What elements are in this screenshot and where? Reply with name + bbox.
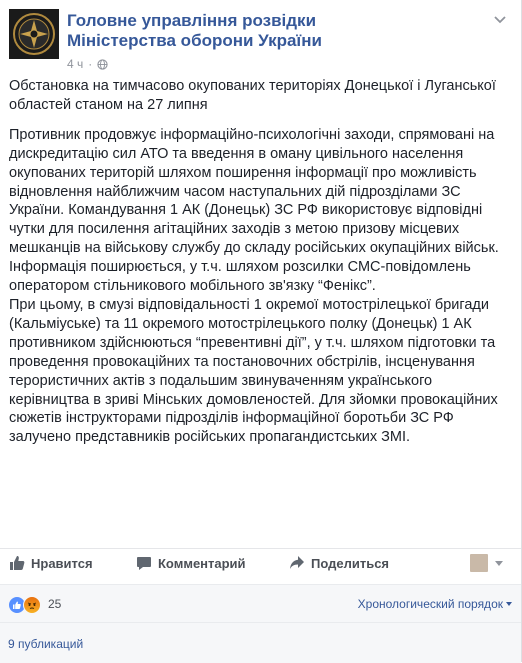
page-name-link[interactable]: Головне управління розвідки Міністерства…: [67, 11, 427, 51]
comment-button[interactable]: Комментарий: [136, 555, 246, 571]
post-headline: Обстановка на тимчасово окупованих терит…: [9, 78, 496, 113]
like-label: Нравится: [31, 555, 93, 571]
angry-reaction-icon: [23, 596, 41, 614]
sort-label: Хронологический порядок: [357, 597, 503, 611]
commenter-avatar[interactable]: [470, 554, 488, 572]
post-body: Обстановка на тимчасово окупованих терит…: [9, 77, 509, 447]
reaction-icons[interactable]: [8, 596, 41, 614]
share-button[interactable]: Поделиться: [289, 555, 389, 571]
post-card: Головне управління розвідки Міністерства…: [0, 0, 522, 663]
post-paragraph: При цьому, в смузі відповідальності 1 ок…: [9, 296, 498, 446]
chevron-down-icon[interactable]: [495, 561, 503, 566]
emblem-logo: [9, 9, 59, 59]
comment-sort-dropdown[interactable]: Хронологический порядок: [358, 597, 512, 611]
comment-icon: [137, 557, 151, 570]
shares-bar: 9 публикаций: [0, 622, 521, 663]
action-bar: Нравится Комментарий Поделиться: [0, 548, 521, 579]
post-header: Головне управління розвідки Міністерства…: [9, 9, 511, 71]
shares-link[interactable]: 9 публикаций: [8, 637, 83, 651]
caret-down-icon: [506, 602, 512, 606]
post-paragraph: Противник продовжує інформаційно-психоло…: [9, 126, 499, 295]
post-meta: 4 ч ·: [67, 57, 108, 71]
reaction-count[interactable]: 25: [48, 597, 61, 611]
page-avatar[interactable]: [9, 9, 59, 59]
share-label: Поделиться: [311, 555, 390, 571]
like-icon: [10, 556, 25, 570]
like-button[interactable]: Нравится: [9, 555, 93, 571]
globe-icon: [97, 58, 108, 70]
chevron-down-icon[interactable]: [493, 15, 507, 25]
post-timestamp[interactable]: 4 ч: [67, 57, 83, 71]
reactions-bar: 25 Хронологический порядок: [0, 584, 521, 623]
share-icon: [290, 556, 304, 569]
comment-label: Комментарий: [158, 555, 246, 571]
